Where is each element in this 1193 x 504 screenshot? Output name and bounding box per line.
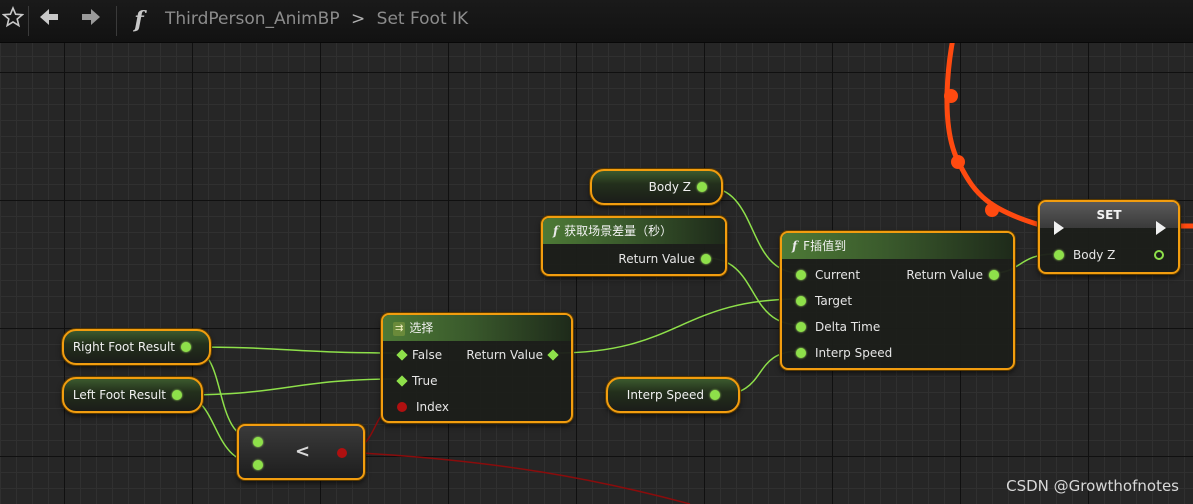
wire-right-false — [187, 346, 401, 354]
left-foot-result-node[interactable]: Left Foot Result — [62, 377, 203, 413]
wire-left-true — [179, 378, 401, 396]
function-icon: f — [792, 239, 798, 253]
forward-arrow-icon[interactable] — [78, 6, 104, 34]
get-world-delta-return-pin[interactable] — [701, 254, 711, 264]
false-label: False — [412, 348, 443, 362]
right-foot-output-pin[interactable] — [181, 342, 191, 352]
breadcrumb: ThirdPerson_AnimBP > Set Foot IK — [165, 9, 468, 29]
right-foot-result-label: Right Foot Result — [72, 340, 175, 354]
target-label: Target — [815, 294, 853, 308]
current-input-pin[interactable] — [796, 270, 806, 280]
select-icon: ⇉ — [393, 321, 406, 336]
exec-input-pin[interactable] — [1054, 221, 1064, 235]
back-arrow-icon[interactable] — [36, 6, 62, 34]
left-foot-result-label: Left Foot Result — [72, 388, 166, 402]
toolbar-divider — [28, 6, 29, 36]
less-than-operator: < — [295, 441, 311, 462]
index-label: Index — [416, 400, 450, 414]
body-z-label: Body Z — [648, 180, 691, 194]
set-body-z-node[interactable]: SET Body Z — [1038, 200, 1180, 274]
interp-speed-label: Interp Speed — [626, 388, 704, 402]
target-input-pin[interactable] — [796, 296, 806, 306]
star-icon[interactable] — [0, 5, 26, 34]
finterp-header: f F插值到 — [782, 233, 1013, 259]
less-than-output-pin[interactable] — [337, 448, 347, 458]
select-node[interactable]: ⇉ 选择 False True Index Return Value — [381, 313, 573, 423]
body-z-get-node[interactable]: Body Z — [590, 169, 723, 205]
function-icon: f — [134, 7, 144, 33]
set-body-z-output-pin[interactable] — [1154, 250, 1164, 260]
interp-speed-input-pin[interactable] — [796, 348, 806, 358]
current-label: Current — [815, 268, 861, 282]
delta-time-input-pin[interactable] — [796, 322, 806, 332]
get-world-delta-header: f 获取场景差量（秒） — [543, 218, 725, 244]
toolbar-divider — [116, 6, 117, 36]
interp-speed-output-pin[interactable] — [710, 390, 720, 400]
finterp-title: F插值到 — [803, 239, 847, 253]
less-than-a-pin[interactable] — [253, 437, 263, 447]
watermark: CSDN @Growthofnotes — [1006, 477, 1179, 495]
true-label: True — [412, 374, 438, 388]
finterp-to-node[interactable]: f F插值到 Current Target Delta Time Interp S… — [780, 231, 1015, 370]
set-body-z-input-pin[interactable] — [1054, 250, 1064, 260]
exec-output-pin[interactable] — [1156, 221, 1166, 235]
left-foot-output-pin[interactable] — [172, 390, 182, 400]
get-world-delta-node[interactable]: f 获取场景差量（秒） Return Value — [541, 216, 727, 276]
select-return-pin[interactable] — [547, 349, 559, 361]
get-world-delta-title: 获取场景差量（秒） — [564, 224, 673, 238]
interp-speed-input-label: Interp Speed — [815, 346, 893, 360]
select-header: ⇉ 选择 — [383, 315, 571, 341]
false-input-pin[interactable] — [396, 349, 408, 361]
select-title: 选择 — [409, 321, 434, 335]
breadcrumb-blueprint[interactable]: ThirdPerson_AnimBP — [165, 9, 340, 29]
right-foot-result-node[interactable]: Right Foot Result — [62, 329, 211, 365]
breadcrumb-function[interactable]: Set Foot IK — [377, 9, 469, 29]
less-than-b-pin[interactable] — [253, 460, 263, 470]
wire-knot — [985, 203, 999, 217]
function-icon: f — [553, 224, 559, 238]
index-input-pin[interactable] — [397, 402, 407, 412]
breadcrumb-separator: > — [351, 9, 366, 29]
get-world-delta-return-label: Return Value — [618, 252, 695, 266]
select-return-label: Return Value — [466, 348, 543, 362]
body-z-output-pin[interactable] — [697, 182, 707, 192]
wire-knot — [951, 155, 965, 169]
set-body-z-label: Body Z — [1073, 248, 1116, 262]
true-input-pin[interactable] — [396, 375, 408, 387]
editor-toolbar: f ThirdPerson_AnimBP > Set Foot IK — [0, 0, 1193, 43]
less-than-node[interactable]: < — [237, 424, 365, 480]
wire-knot — [944, 89, 958, 103]
wire-less-offscreen — [342, 451, 691, 504]
interp-speed-get-node[interactable]: Interp Speed — [606, 377, 740, 413]
delta-time-label: Delta Time — [815, 320, 881, 334]
finterp-return-label: Return Value — [906, 268, 983, 282]
finterp-return-pin[interactable] — [989, 270, 999, 280]
